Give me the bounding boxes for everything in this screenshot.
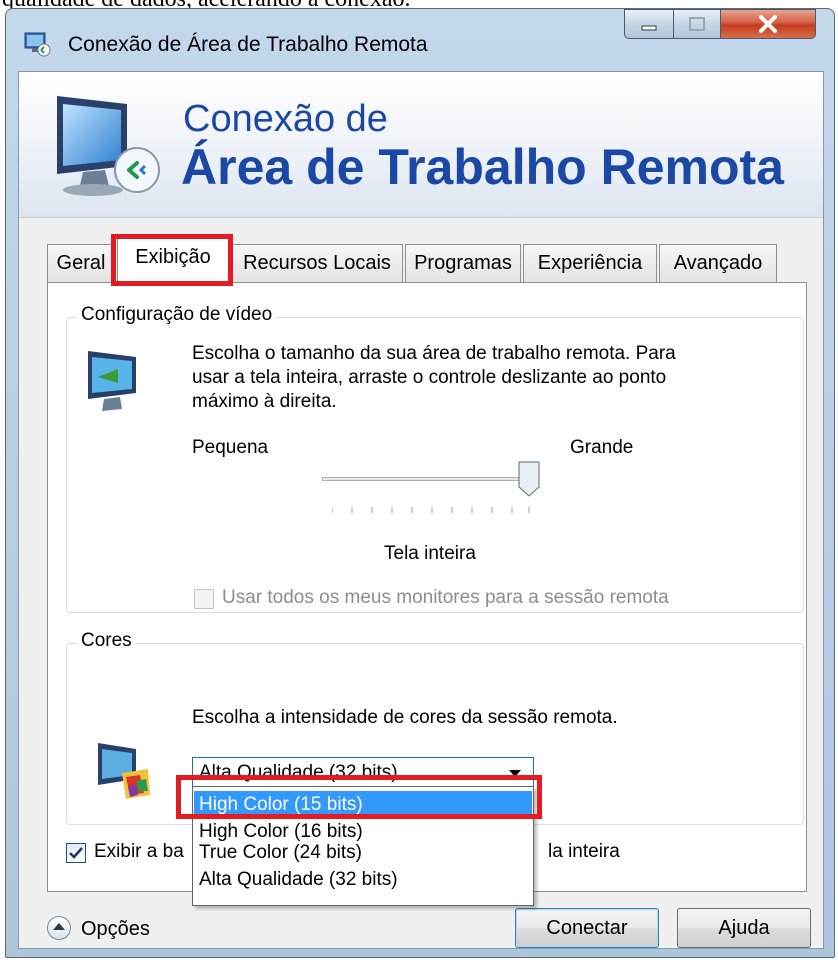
- colors-description: Escolha a intensidade de cores da sessão…: [192, 707, 618, 728]
- color-palette-icon: [98, 743, 150, 799]
- video-description-line2: usar a tela inteira, arraste o controle …: [192, 367, 667, 388]
- banner: Conexão de Área de Trabalho Remota: [19, 72, 823, 218]
- check-icon: [69, 847, 83, 859]
- connection-bar-checkbox[interactable]: [66, 843, 86, 863]
- option-true-color-24[interactable]: True Color (24 bits): [194, 841, 532, 867]
- help-button[interactable]: Ajuda: [677, 908, 811, 948]
- option-highlight-box: [176, 775, 542, 819]
- connection-bar-label-start: Exibir a ba: [94, 841, 184, 862]
- remote-desktop-icon: [24, 32, 51, 57]
- display-size-icon: [88, 351, 136, 411]
- resolution-slider-thumb[interactable]: [518, 461, 540, 497]
- multimon-label: Usar todos os meus monitores para a sess…: [222, 587, 669, 608]
- maximize-icon: [689, 17, 705, 31]
- connection-bar-label-end: la inteira: [548, 841, 620, 862]
- tab-programas[interactable]: Programas: [405, 244, 521, 282]
- colors-group-title: Cores: [77, 630, 136, 652]
- close-icon: [759, 15, 777, 33]
- monitor-connection-icon: [57, 96, 160, 196]
- multimon-checkbox[interactable]: [194, 589, 214, 609]
- tab-geral[interactable]: Geral: [47, 244, 115, 282]
- tab-recursos-locais[interactable]: Recursos Locais: [231, 244, 403, 282]
- slider-min-label: Pequena: [192, 437, 269, 458]
- minimize-button[interactable]: [624, 9, 674, 39]
- slider-max-label: Grande: [570, 437, 634, 458]
- video-description-line1: Escolha o tamanho da sua área de trabalh…: [192, 343, 676, 364]
- tab-experiencia[interactable]: Experiência: [523, 244, 657, 282]
- title-bar[interactable]: Conexão de Área de Trabalho Remota: [6, 9, 834, 71]
- dialog-client-area: Conexão de Área de Trabalho Remota Geral…: [18, 71, 824, 949]
- banner-title-line1: Conexão de: [183, 98, 388, 140]
- tab-avancado[interactable]: Avançado: [659, 244, 777, 282]
- expand-options-icon[interactable]: [47, 916, 71, 940]
- video-description-line3: máximo à direita.: [192, 391, 337, 412]
- banner-title-line2: Área de Trabalho Remota: [181, 139, 784, 195]
- maximize-button[interactable]: [673, 9, 721, 39]
- option-alta-qualidade-32[interactable]: Alta Qualidade (32 bits): [194, 867, 532, 895]
- tab-panel-exibicao: Configuração de vídeo Escolha o tamanho …: [47, 282, 807, 906]
- options-link[interactable]: Opções: [81, 918, 150, 941]
- video-group-title: Configuração de vídeo: [77, 304, 277, 326]
- connect-button[interactable]: Conectar: [515, 908, 659, 948]
- slider-ticks: [332, 507, 530, 513]
- resolution-slider-track[interactable]: [322, 477, 532, 481]
- rdp-window: Conexão de Área de Trabalho Remota Conex…: [5, 8, 835, 958]
- window-title: Conexão de Área de Trabalho Remota: [68, 33, 428, 56]
- tab-highlight-box: [111, 234, 233, 286]
- dialog-button-bar: Opções Conectar Ajuda: [19, 902, 823, 948]
- option-high-color-16[interactable]: High Color (16 bits): [194, 819, 532, 842]
- close-button[interactable]: [720, 9, 816, 39]
- slider-value-label: Tela inteira: [384, 543, 476, 564]
- minimize-icon: [641, 25, 657, 31]
